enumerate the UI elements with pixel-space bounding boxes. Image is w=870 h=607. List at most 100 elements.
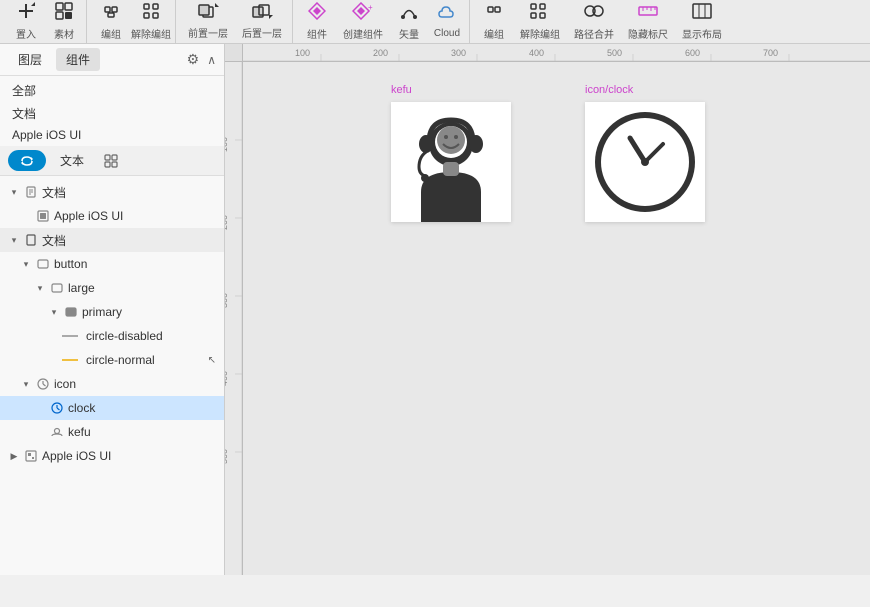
assets-btn[interactable]: 素材 <box>46 4 82 40</box>
arrow-doc: ▾ <box>8 186 20 198</box>
path-merge-icon <box>583 2 605 24</box>
insert-btn[interactable]: 置入 <box>8 4 44 40</box>
sync-tab[interactable] <box>8 150 46 171</box>
group-btn2[interactable]: 编组 <box>476 4 512 40</box>
text-tab[interactable]: 文本 <box>48 149 96 172</box>
doc-icon <box>24 185 38 199</box>
icon-group-icon <box>36 377 50 391</box>
show-layout-btn[interactable]: 显示布局 <box>676 4 728 40</box>
tree-apple-footer[interactable]: ▶ Apple iOS UI <box>0 444 224 468</box>
kefu-label: kefu <box>68 425 216 439</box>
button-icon <box>36 257 50 271</box>
tab-components[interactable]: 组件 <box>56 48 100 71</box>
tree-primary[interactable]: ▾ primary <box>0 300 224 324</box>
hide-ruler-btn[interactable]: 隐藏标尺 <box>622 4 674 40</box>
card-kefu[interactable]: kefu <box>391 102 511 222</box>
cloud-icon <box>438 4 456 26</box>
clock-svg <box>585 102 705 222</box>
show-layout-label: 显示布局 <box>682 26 722 41</box>
doc-label: 文档 <box>42 184 216 201</box>
ungroup-label: 解除编组 <box>131 26 171 41</box>
svg-text:300: 300 <box>225 293 229 308</box>
tree-category-doc[interactable]: ▾ 文档 <box>0 228 224 252</box>
dash-normal <box>62 359 78 361</box>
svg-text:300: 300 <box>451 48 466 58</box>
svg-text:700: 700 <box>763 48 778 58</box>
toolbar-group-insert: 置入 素材 <box>4 0 87 43</box>
toolbar-group-order: 前置一层 后置一层 <box>178 0 293 43</box>
cloud-btn[interactable]: Cloud <box>429 4 465 40</box>
large-icon <box>50 281 64 295</box>
apple-footer-icon <box>24 449 38 463</box>
group-icon <box>102 2 120 24</box>
insert-icon <box>17 2 35 24</box>
card-clock[interactable]: icon/clock <box>585 102 705 222</box>
card-clock-label: icon/clock <box>585 84 633 96</box>
group-btn[interactable]: 编组 <box>93 4 129 40</box>
tree-section-doc[interactable]: ▾ 文档 <box>0 180 224 204</box>
svg-text:200: 200 <box>225 215 229 230</box>
group2-icon <box>485 2 503 24</box>
circle-disabled-label: circle-disabled <box>86 329 216 343</box>
arrow-clock: ▾ <box>34 402 46 414</box>
bring-forward-btn[interactable]: 前置一层 <box>182 4 234 40</box>
path-merge-btn[interactable]: 路径合并 <box>568 4 620 40</box>
tree-circle-normal[interactable]: circle-normal ↖ <box>0 348 224 372</box>
grid-tab[interactable] <box>98 148 124 174</box>
svg-text:100: 100 <box>295 48 310 58</box>
create-component-icon: + <box>352 2 374 24</box>
clock-icon <box>50 401 64 415</box>
filter-row: 全部 文档 Apple iOS UI <box>0 76 224 146</box>
collapse-icon[interactable]: ∧ <box>207 53 216 67</box>
tab-layers[interactable]: 图层 <box>8 48 52 71</box>
kefu-icon <box>50 425 64 439</box>
group2-label: 编组 <box>484 26 504 41</box>
filter-team[interactable]: Apple iOS UI <box>8 126 216 144</box>
button-label: button <box>54 257 216 271</box>
source-tabs: 文本 <box>0 146 224 176</box>
tree-button[interactable]: ▾ button <box>0 252 224 276</box>
send-backward-label: 后置一层 <box>242 25 282 40</box>
apple-ios-icon <box>36 209 50 223</box>
assets-icon <box>55 2 73 24</box>
settings-icon[interactable]: ⚙ <box>187 51 200 68</box>
svg-text:200: 200 <box>373 48 388 58</box>
tree-circle-disabled[interactable]: circle-disabled <box>0 324 224 348</box>
vector-icon <box>400 2 418 24</box>
canvas-area: 100 200 300 400 500 600 700 100 <box>225 44 870 575</box>
svg-text:400: 400 <box>529 48 544 58</box>
arrow-kefu: ▾ <box>34 426 46 438</box>
component-label: 组件 <box>307 26 327 41</box>
create-component-btn[interactable]: + 创建组件 <box>337 4 389 40</box>
component-btn[interactable]: 组件 <box>299 4 335 40</box>
cat-doc-icon <box>24 233 38 247</box>
ungroup2-label: 解除编组 <box>520 26 560 41</box>
ruler-corner <box>225 44 243 62</box>
arrow-cat-doc: ▾ <box>8 234 20 246</box>
vector-label: 矢量 <box>399 26 419 41</box>
large-label: large <box>68 281 216 295</box>
send-backward-icon <box>251 3 273 23</box>
send-backward-btn[interactable]: 后置一层 <box>236 4 288 40</box>
arrow-large: ▾ <box>34 282 46 294</box>
tree-clock[interactable]: ▾ clock <box>0 396 224 420</box>
toolbar-group-group: 编组 解除编组 <box>89 0 176 43</box>
ungroup-btn2[interactable]: 解除编组 <box>514 4 566 40</box>
panel-tabs-row: 图层 组件 ⚙ ∧ <box>0 44 224 76</box>
component-icon <box>308 2 326 24</box>
svg-text:400: 400 <box>225 371 229 386</box>
assets-label: 素材 <box>54 26 74 41</box>
bring-forward-icon <box>197 3 219 23</box>
tree-icon[interactable]: ▾ icon <box>0 372 224 396</box>
vector-btn[interactable]: 矢量 <box>391 4 427 40</box>
hide-ruler-icon <box>637 2 659 24</box>
tree-large[interactable]: ▾ large <box>0 276 224 300</box>
ungroup-btn[interactable]: 解除编组 <box>131 4 171 40</box>
cursor-indicator: ↖ <box>208 355 216 366</box>
filter-doc[interactable]: 文档 <box>8 103 216 124</box>
tree-kefu[interactable]: ▾ kefu <box>0 420 224 444</box>
filter-all[interactable]: 全部 <box>8 80 216 101</box>
dash-disabled <box>62 335 78 337</box>
tree-apple-ios[interactable]: ▾ Apple iOS UI <box>0 204 224 228</box>
path-merge-label: 路径合并 <box>574 26 614 41</box>
